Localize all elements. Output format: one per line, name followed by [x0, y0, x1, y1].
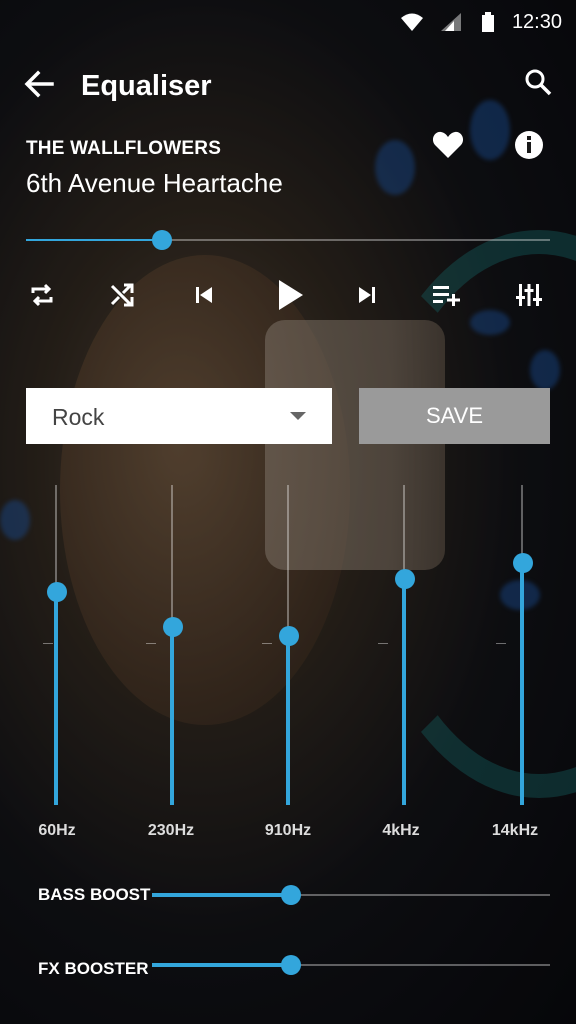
track-title: 6th Avenue Heartache	[26, 168, 283, 198]
eq-fill	[54, 590, 58, 805]
eq-slider-60hz[interactable]	[36, 485, 76, 805]
equaliser-screen: 12:30 Equaliser THE WALLFLOWERS 6th Aven…	[0, 0, 576, 1024]
eq-slider-910hz[interactable]	[262, 485, 308, 805]
dropdown-caret-icon	[290, 412, 306, 420]
eq-thumb[interactable]	[395, 568, 415, 589]
fx-booster-slider[interactable]	[152, 955, 550, 975]
playback-controls	[0, 276, 576, 314]
info-icon[interactable]	[514, 130, 544, 160]
seek-bar[interactable]	[26, 230, 550, 250]
band-label-60hz: 60Hz	[38, 822, 76, 839]
search-icon[interactable]	[524, 68, 552, 96]
preset-dropdown[interactable]: Rock	[26, 388, 332, 444]
eq-center-tick	[496, 643, 506, 644]
skip-previous-icon	[196, 287, 212, 303]
eq-thumb[interactable]	[47, 581, 67, 602]
status-bar: 12:30	[0, 0, 576, 44]
eq-center-tick	[43, 643, 53, 644]
eq-fill	[286, 635, 290, 805]
app-bar: Equaliser	[0, 56, 576, 116]
fx-booster-fill	[152, 963, 292, 967]
skip-next-icon	[359, 287, 375, 303]
eq-fill	[170, 625, 174, 805]
bass-boost-thumb[interactable]	[281, 885, 302, 905]
seek-progress	[26, 239, 163, 241]
equaliser-sliders-icon	[516, 284, 542, 306]
eq-center-tick	[146, 643, 156, 644]
fx-booster-label: FX BOOSTER	[38, 959, 149, 978]
back-arrow-icon[interactable]	[24, 70, 54, 98]
play-button[interactable]	[271, 276, 309, 314]
add-to-queue-button[interactable]	[428, 276, 466, 314]
eq-center-tick	[262, 643, 272, 644]
shuffle-icon	[110, 283, 134, 307]
fx-booster-thumb[interactable]	[281, 955, 302, 975]
seek-thumb[interactable]	[152, 230, 173, 250]
playlist-add-icon	[433, 286, 460, 306]
bass-boost-label: BASS BOOST	[38, 885, 151, 904]
play-icon	[279, 280, 303, 310]
status-time: 12:30	[511, 11, 562, 33]
artist-name: THE WALLFLOWERS	[26, 138, 222, 159]
next-button[interactable]	[348, 276, 386, 314]
repeat-button[interactable]	[23, 276, 61, 314]
bass-boost-slider[interactable]	[152, 885, 550, 905]
preset-value: Rock	[52, 404, 105, 430]
eq-thumb[interactable]	[279, 626, 299, 647]
eq-fill	[402, 577, 406, 805]
eq-fill	[520, 561, 524, 805]
band-label-910hz: 910Hz	[264, 822, 312, 839]
eq-slider-4khz[interactable]	[378, 485, 424, 805]
band-label-230hz: 230Hz	[147, 822, 195, 839]
eq-thumb[interactable]	[163, 616, 183, 637]
favorite-heart-icon[interactable]	[432, 131, 464, 159]
band-label-4khz: 4kHz	[382, 822, 420, 839]
band-label-14khz: 14kHz	[491, 822, 539, 839]
eq-thumb[interactable]	[513, 552, 533, 573]
eq-slider-14khz[interactable]	[496, 485, 542, 805]
eq-center-tick	[378, 643, 388, 644]
shuffle-button[interactable]	[103, 276, 141, 314]
wifi-icon	[401, 13, 423, 31]
bass-boost-fill	[152, 893, 292, 897]
save-button[interactable]: SAVE	[359, 388, 550, 444]
page-title: Equaliser	[81, 70, 212, 102]
equaliser-button[interactable]	[510, 276, 548, 314]
previous-button[interactable]	[185, 276, 223, 314]
battery-icon	[482, 12, 494, 32]
cell-signal-icon	[441, 13, 461, 31]
eq-slider-230hz[interactable]	[146, 485, 192, 805]
repeat-icon	[31, 283, 53, 307]
